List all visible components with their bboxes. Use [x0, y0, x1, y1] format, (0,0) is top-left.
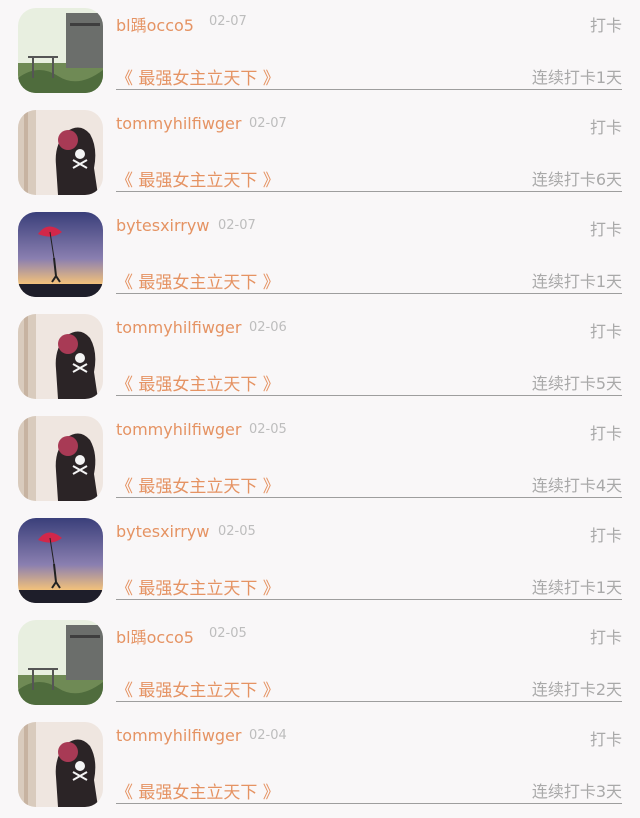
checkin-label: 打卡	[589, 322, 622, 341]
divider	[116, 191, 622, 192]
list-item[interactable]: tommyhilfiwger 02-06 打卡 《 最强女主立天下 》 连续打卡…	[0, 306, 640, 408]
checkin-list: bl踽occo5 02-07 打卡 《 最强女主立天下 》 连续打卡1天 tom…	[0, 0, 640, 818]
streak-text: 连续打卡1天	[531, 272, 622, 291]
post-date: 02-07	[218, 218, 256, 233]
skull-avatar-icon[interactable]	[18, 722, 103, 807]
divider	[116, 395, 622, 396]
post-date: 02-06	[249, 320, 287, 335]
divider	[116, 497, 622, 498]
post-date: 02-07	[209, 14, 247, 29]
username[interactable]: tommyhilfiwger	[116, 318, 241, 337]
skull-avatar-icon[interactable]	[18, 110, 103, 195]
book-title-link[interactable]: 《 最强女主立天下 》	[116, 166, 280, 191]
post-date: 02-07	[249, 116, 287, 131]
list-item[interactable]: tommyhilfiwger 02-07 打卡 《 最强女主立天下 》 连续打卡…	[0, 102, 640, 204]
streak-text: 连续打卡5天	[531, 374, 622, 393]
username[interactable]: tommyhilfiwger	[116, 114, 241, 133]
username[interactable]: bl踽occo5	[116, 12, 194, 36]
streak-text: 连续打卡1天	[531, 578, 622, 597]
skull-avatar-icon[interactable]	[18, 416, 103, 501]
username[interactable]: bytesxirryw	[116, 522, 209, 541]
post-date: 02-05	[209, 626, 247, 641]
checkin-label: 打卡	[589, 730, 622, 749]
book-title-link[interactable]: 《 最强女主立天下 》	[116, 64, 280, 89]
list-item[interactable]: tommyhilfiwger 02-04 打卡 《 最强女主立天下 》 连续打卡…	[0, 714, 640, 816]
skull-avatar-icon[interactable]	[18, 314, 103, 399]
post-date: 02-05	[249, 422, 287, 437]
username[interactable]: tommyhilfiwger	[116, 420, 241, 439]
book-title-link[interactable]: 《 最强女主立天下 》	[116, 268, 280, 293]
checkin-label: 打卡	[589, 16, 622, 35]
umbrella-avatar-icon[interactable]	[18, 518, 103, 603]
checkin-label: 打卡	[589, 424, 622, 443]
checkin-label: 打卡	[589, 118, 622, 137]
landscape-avatar-icon[interactable]	[18, 620, 103, 705]
list-item[interactable]: bl踽occo5 02-07 打卡 《 最强女主立天下 》 连续打卡1天	[0, 0, 640, 102]
username[interactable]: bl踽occo5	[116, 624, 194, 648]
post-date: 02-04	[249, 728, 287, 743]
checkin-label: 打卡	[589, 628, 622, 647]
book-title-link[interactable]: 《 最强女主立天下 》	[116, 574, 280, 599]
book-title-link[interactable]: 《 最强女主立天下 》	[116, 676, 280, 701]
username[interactable]: tommyhilfiwger	[116, 726, 241, 745]
divider	[116, 89, 622, 90]
checkin-label: 打卡	[589, 220, 622, 239]
book-title-link[interactable]: 《 最强女主立天下 》	[116, 370, 280, 395]
umbrella-avatar-icon[interactable]	[18, 212, 103, 297]
landscape-avatar-icon[interactable]	[18, 8, 103, 93]
divider	[116, 293, 622, 294]
streak-text: 连续打卡2天	[531, 680, 622, 699]
streak-text: 连续打卡4天	[531, 476, 622, 495]
divider	[116, 701, 622, 702]
divider	[116, 803, 622, 804]
username[interactable]: bytesxirryw	[116, 216, 209, 235]
list-item[interactable]: tommyhilfiwger 02-05 打卡 《 最强女主立天下 》 连续打卡…	[0, 408, 640, 510]
book-title-link[interactable]: 《 最强女主立天下 》	[116, 472, 280, 497]
checkin-label: 打卡	[589, 526, 622, 545]
list-item[interactable]: bytesxirryw 02-05 打卡 《 最强女主立天下 》 连续打卡1天	[0, 510, 640, 612]
streak-text: 连续打卡1天	[531, 68, 622, 87]
book-title-link[interactable]: 《 最强女主立天下 》	[116, 778, 280, 803]
streak-text: 连续打卡3天	[531, 782, 622, 801]
streak-text: 连续打卡6天	[531, 170, 622, 189]
post-date: 02-05	[218, 524, 256, 539]
list-item[interactable]: bytesxirryw 02-07 打卡 《 最强女主立天下 》 连续打卡1天	[0, 204, 640, 306]
list-item[interactable]: bl踽occo5 02-05 打卡 《 最强女主立天下 》 连续打卡2天	[0, 612, 640, 714]
divider	[116, 599, 622, 600]
